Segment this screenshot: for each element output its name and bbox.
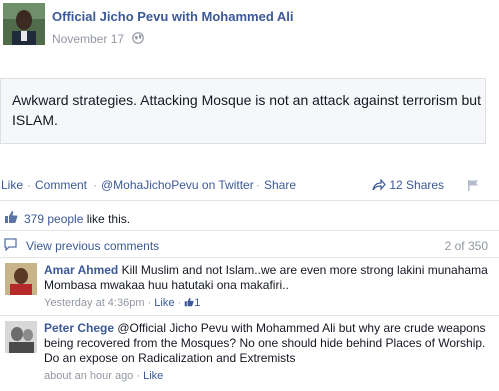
comment-like-link[interactable]: Like xyxy=(143,370,163,382)
comment-bubble-icon xyxy=(4,238,17,251)
divider xyxy=(0,315,499,316)
comment-body: Amar Ahmed Kill Muslim and not Islam..we… xyxy=(44,263,494,311)
divider xyxy=(0,230,499,231)
thumbs-up-icon xyxy=(184,297,194,307)
like-count-number: 1 xyxy=(194,297,201,309)
comment-item: Amar Ahmed Kill Muslim and not Islam..we… xyxy=(0,263,499,313)
shares-count-link[interactable]: 12 Shares xyxy=(372,178,444,192)
comment-meta: Yesterday at 4:36pm · Like · 1 xyxy=(44,296,494,311)
separator-dot: · xyxy=(147,297,152,309)
comment-author-link[interactable]: Peter Chege xyxy=(44,321,114,335)
comment-meta: about an hour ago · Like xyxy=(44,369,494,384)
share-link[interactable]: Share xyxy=(264,178,296,192)
comments-count: 2 of 350 xyxy=(444,239,488,253)
comment-text-block: Amar Ahmed Kill Muslim and not Islam..we… xyxy=(44,263,494,293)
share-arrow-icon xyxy=(372,178,386,191)
avatar[interactable] xyxy=(5,263,37,295)
view-previous-comments-link[interactable]: View previous comments xyxy=(26,239,159,253)
comment-author-link[interactable]: Amar Ahmed xyxy=(44,263,118,277)
separator-dot: · xyxy=(93,178,97,192)
comment-body: Peter Chege @Official Jicho Pevu with Mo… xyxy=(44,321,494,384)
separator-dot: · xyxy=(27,178,31,192)
post-timestamp[interactable]: November 17 xyxy=(52,32,124,46)
likes-text: 379 people like this. xyxy=(24,212,130,226)
likes-summary: 379 people like this. xyxy=(0,205,499,229)
globe-icon xyxy=(132,32,144,44)
separator-dot: · xyxy=(177,297,182,309)
separator-dot: · xyxy=(256,178,260,192)
page-avatar[interactable] xyxy=(3,3,45,45)
comment-like-count[interactable]: 1 xyxy=(184,297,200,309)
comment-link[interactable]: Comment xyxy=(35,178,87,192)
comment-timestamp[interactable]: Yesterday at 4:36pm xyxy=(44,297,145,309)
divider xyxy=(0,257,499,258)
comment-like-link[interactable]: Like xyxy=(154,297,174,309)
like-link[interactable]: Like xyxy=(1,178,23,192)
comment-item: Peter Chege @Official Jicho Pevu with Mo… xyxy=(0,321,499,387)
page-name-link[interactable]: Official Jicho Pevu with Mohammed Ali xyxy=(52,9,294,24)
view-previous-comments-row: View previous comments 2 of 350 xyxy=(0,232,499,256)
comment-timestamp[interactable]: about an hour ago xyxy=(44,370,133,382)
shares-count-text: 12 Shares xyxy=(389,178,445,192)
separator-dot: · xyxy=(136,370,141,382)
divider xyxy=(0,200,499,201)
post-text: Awkward strategies. Attacking Mosque is … xyxy=(12,92,481,128)
comment-text-block: Peter Chege @Official Jicho Pevu with Mo… xyxy=(44,321,494,366)
avatar[interactable] xyxy=(5,321,37,353)
flag-icon[interactable] xyxy=(467,179,479,191)
post-header: Official Jicho Pevu with Mohammed Ali No… xyxy=(0,0,499,60)
thumbs-up-icon xyxy=(5,211,18,223)
twitter-mention-link[interactable]: @MohaJichoPevu on Twitter xyxy=(101,178,254,192)
likes-count-link[interactable]: 379 people xyxy=(24,212,83,226)
likes-suffix: like this. xyxy=(83,212,131,226)
